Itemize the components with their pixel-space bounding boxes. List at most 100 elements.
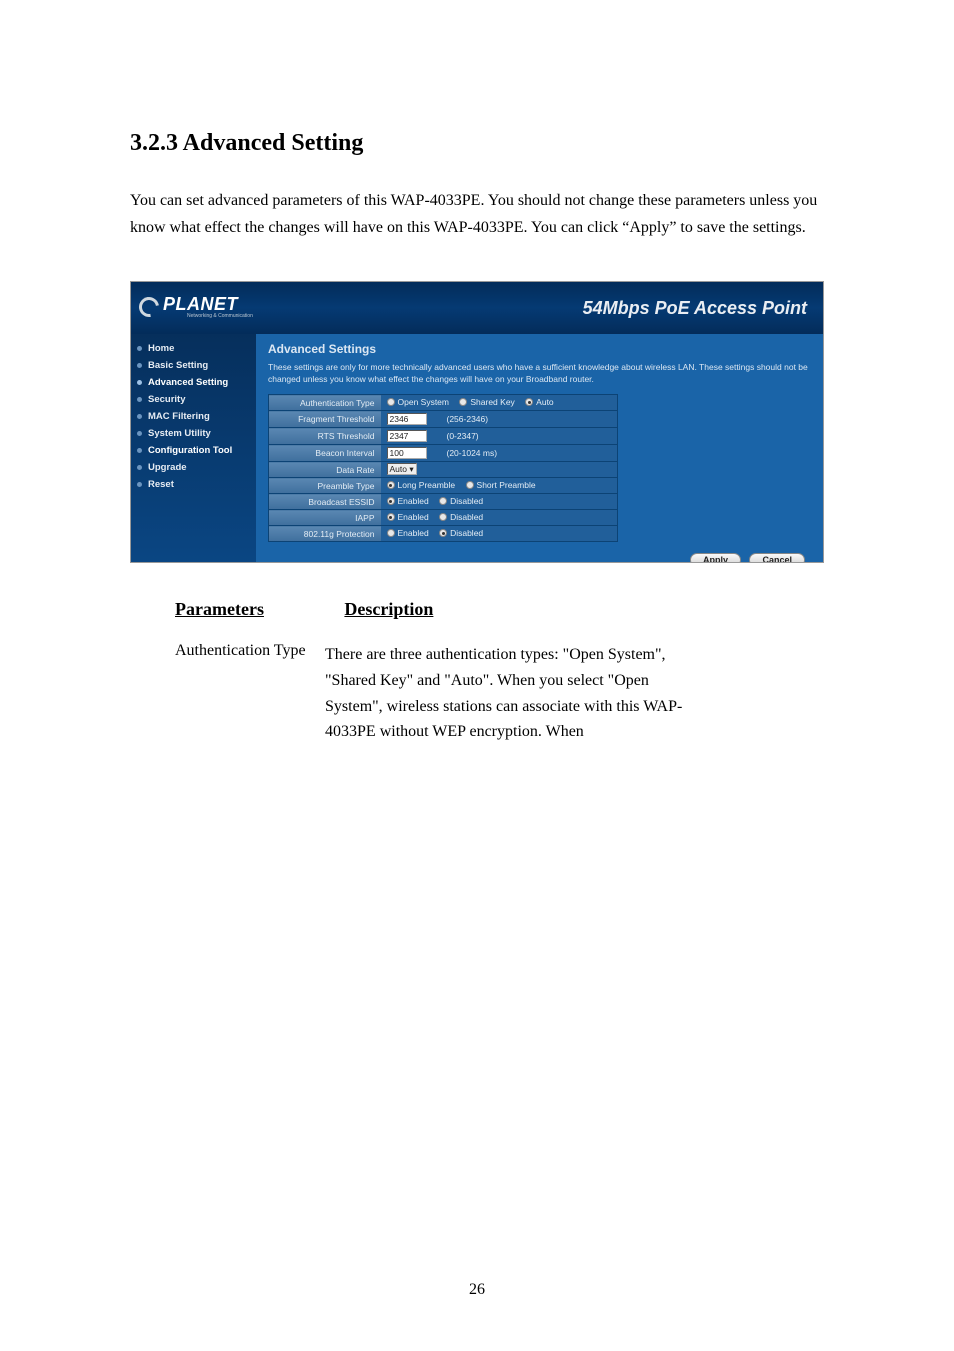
sidebar-item-advanced[interactable]: Advanced Setting [131, 374, 256, 391]
main-panel: Advanced Settings These settings are onl… [256, 334, 823, 562]
fragment-input[interactable]: 2346 [387, 413, 427, 425]
sidebar-item-label: Security [148, 394, 186, 405]
essid-enabled-radio[interactable]: Enabled [387, 496, 429, 506]
sidebar-item-mac[interactable]: MAC Filtering [131, 408, 256, 425]
bullet-icon [137, 465, 142, 470]
iapp-row: IAPP Enabled Disabled [269, 510, 618, 526]
bullet-icon [137, 363, 142, 368]
radio-icon [387, 529, 395, 537]
sidebar-item-label: Home [148, 343, 174, 354]
radio-label: Enabled [398, 528, 429, 538]
iapp-disabled-radio[interactable]: Disabled [439, 512, 483, 522]
radio-icon [387, 481, 395, 489]
rate-value: Auto [390, 464, 408, 474]
radio-label: Auto [536, 397, 554, 407]
preamble-short-radio[interactable]: Short Preamble [466, 480, 536, 490]
brand-logo-subtitle: Networking & Communication [187, 313, 253, 319]
bullet-icon [137, 397, 142, 402]
bullet-icon [137, 431, 142, 436]
auth-shared-radio[interactable]: Shared Key [459, 397, 514, 407]
radio-icon [439, 513, 447, 521]
radio-label: Disabled [450, 528, 483, 538]
sidebar-item-system[interactable]: System Utility [131, 425, 256, 442]
iapp-label: IAPP [269, 510, 381, 526]
section-number: 3.2.3 Advanced Setting [130, 130, 824, 157]
radio-icon [439, 529, 447, 537]
protection-row: 802.11g Protection Enabled Disabled [269, 526, 618, 542]
apply-button[interactable]: Apply [690, 553, 741, 563]
fragment-row: Fragment Threshold 2346 (256-2346) [269, 411, 618, 428]
sidebar-item-config[interactable]: Configuration Tool [131, 442, 256, 459]
sidebar-item-label: Advanced Setting [148, 377, 228, 388]
auth-open-radio[interactable]: Open System [387, 397, 450, 407]
sidebar-item-home[interactable]: Home [131, 340, 256, 357]
page-title: Advanced Settings [268, 342, 811, 356]
config-ui-screenshot: PLANET Networking & Communication 54Mbps… [130, 281, 824, 563]
radio-icon [387, 513, 395, 521]
rts-input[interactable]: 2347 [387, 430, 427, 442]
sidebar-item-reset[interactable]: Reset [131, 476, 256, 493]
sidebar-item-label: Upgrade [148, 462, 187, 473]
page-number: 26 [0, 1281, 954, 1299]
beacon-row: Beacon Interval 100 (20-1024 ms) [269, 445, 618, 462]
brand-logo: PLANET Networking & Communication [139, 294, 253, 319]
beacon-input[interactable]: 100 [387, 447, 427, 459]
fragment-range: (256-2346) [447, 414, 489, 424]
bullet-icon [137, 448, 142, 453]
radio-icon [387, 398, 395, 406]
radio-icon [466, 481, 474, 489]
radio-icon [525, 398, 533, 406]
bullet-icon [137, 346, 142, 351]
sidebar-nav: Home Basic Setting Advanced Setting Secu… [131, 334, 256, 562]
essid-disabled-radio[interactable]: Disabled [439, 496, 483, 506]
iapp-enabled-radio[interactable]: Enabled [387, 512, 429, 522]
sidebar-item-label: Basic Setting [148, 360, 208, 371]
essid-row: Broadcast ESSID Enabled Disabled [269, 494, 618, 510]
sidebar-item-upgrade[interactable]: Upgrade [131, 459, 256, 476]
auth-type-row-label: Authentication Type [175, 642, 306, 660]
auth-type-label: Authentication Type [269, 395, 381, 411]
radio-label: Disabled [450, 496, 483, 506]
radio-label: Enabled [398, 496, 429, 506]
page-description: These settings are only for more technic… [268, 362, 808, 386]
radio-icon [387, 497, 395, 505]
bullet-icon [137, 414, 142, 419]
cancel-button[interactable]: Cancel [749, 553, 805, 563]
app-header: PLANET Networking & Communication 54Mbps… [131, 282, 823, 334]
settings-table: Authentication Type Open System Shared K… [268, 394, 618, 542]
brand-logo-text: PLANET [163, 294, 253, 315]
radio-label: Disabled [450, 512, 483, 522]
protection-disabled-radio[interactable]: Disabled [439, 528, 483, 538]
auth-type-row: Authentication Type Open System Shared K… [269, 395, 618, 411]
rate-select[interactable]: Auto ▾ [387, 463, 417, 475]
rts-row: RTS Threshold 2347 (0-2347) [269, 428, 618, 445]
beacon-range: (20-1024 ms) [447, 448, 498, 458]
protection-enabled-radio[interactable]: Enabled [387, 528, 429, 538]
radio-label: Open System [398, 397, 450, 407]
sidebar-item-label: Reset [148, 479, 174, 490]
beacon-label: Beacon Interval [269, 445, 381, 462]
auth-type-row-desc: There are three authentication types: "O… [325, 642, 710, 744]
fragment-label: Fragment Threshold [269, 411, 381, 428]
bullet-icon [137, 380, 142, 385]
radio-label: Short Preamble [477, 480, 536, 490]
sidebar-item-basic[interactable]: Basic Setting [131, 357, 256, 374]
product-title: 54Mbps PoE Access Point [583, 298, 807, 319]
preamble-label: Preamble Type [269, 478, 381, 494]
sidebar-item-security[interactable]: Security [131, 391, 256, 408]
planet-ring-icon [135, 293, 163, 321]
protection-label: 802.11g Protection [269, 526, 381, 542]
table-header-description: Description [344, 599, 433, 620]
table-header-parameters: Parameters [175, 599, 264, 620]
radio-label: Enabled [398, 512, 429, 522]
section-intro-text: You can set advanced parameters of this … [130, 187, 824, 241]
auth-auto-radio[interactable]: Auto [525, 397, 554, 407]
essid-label: Broadcast ESSID [269, 494, 381, 510]
rts-label: RTS Threshold [269, 428, 381, 445]
preamble-row: Preamble Type Long Preamble Short Preamb… [269, 478, 618, 494]
rts-range: (0-2347) [447, 431, 479, 441]
preamble-long-radio[interactable]: Long Preamble [387, 480, 456, 490]
radio-icon [439, 497, 447, 505]
rate-label: Data Rate [269, 462, 381, 478]
sidebar-item-label: System Utility [148, 428, 211, 439]
